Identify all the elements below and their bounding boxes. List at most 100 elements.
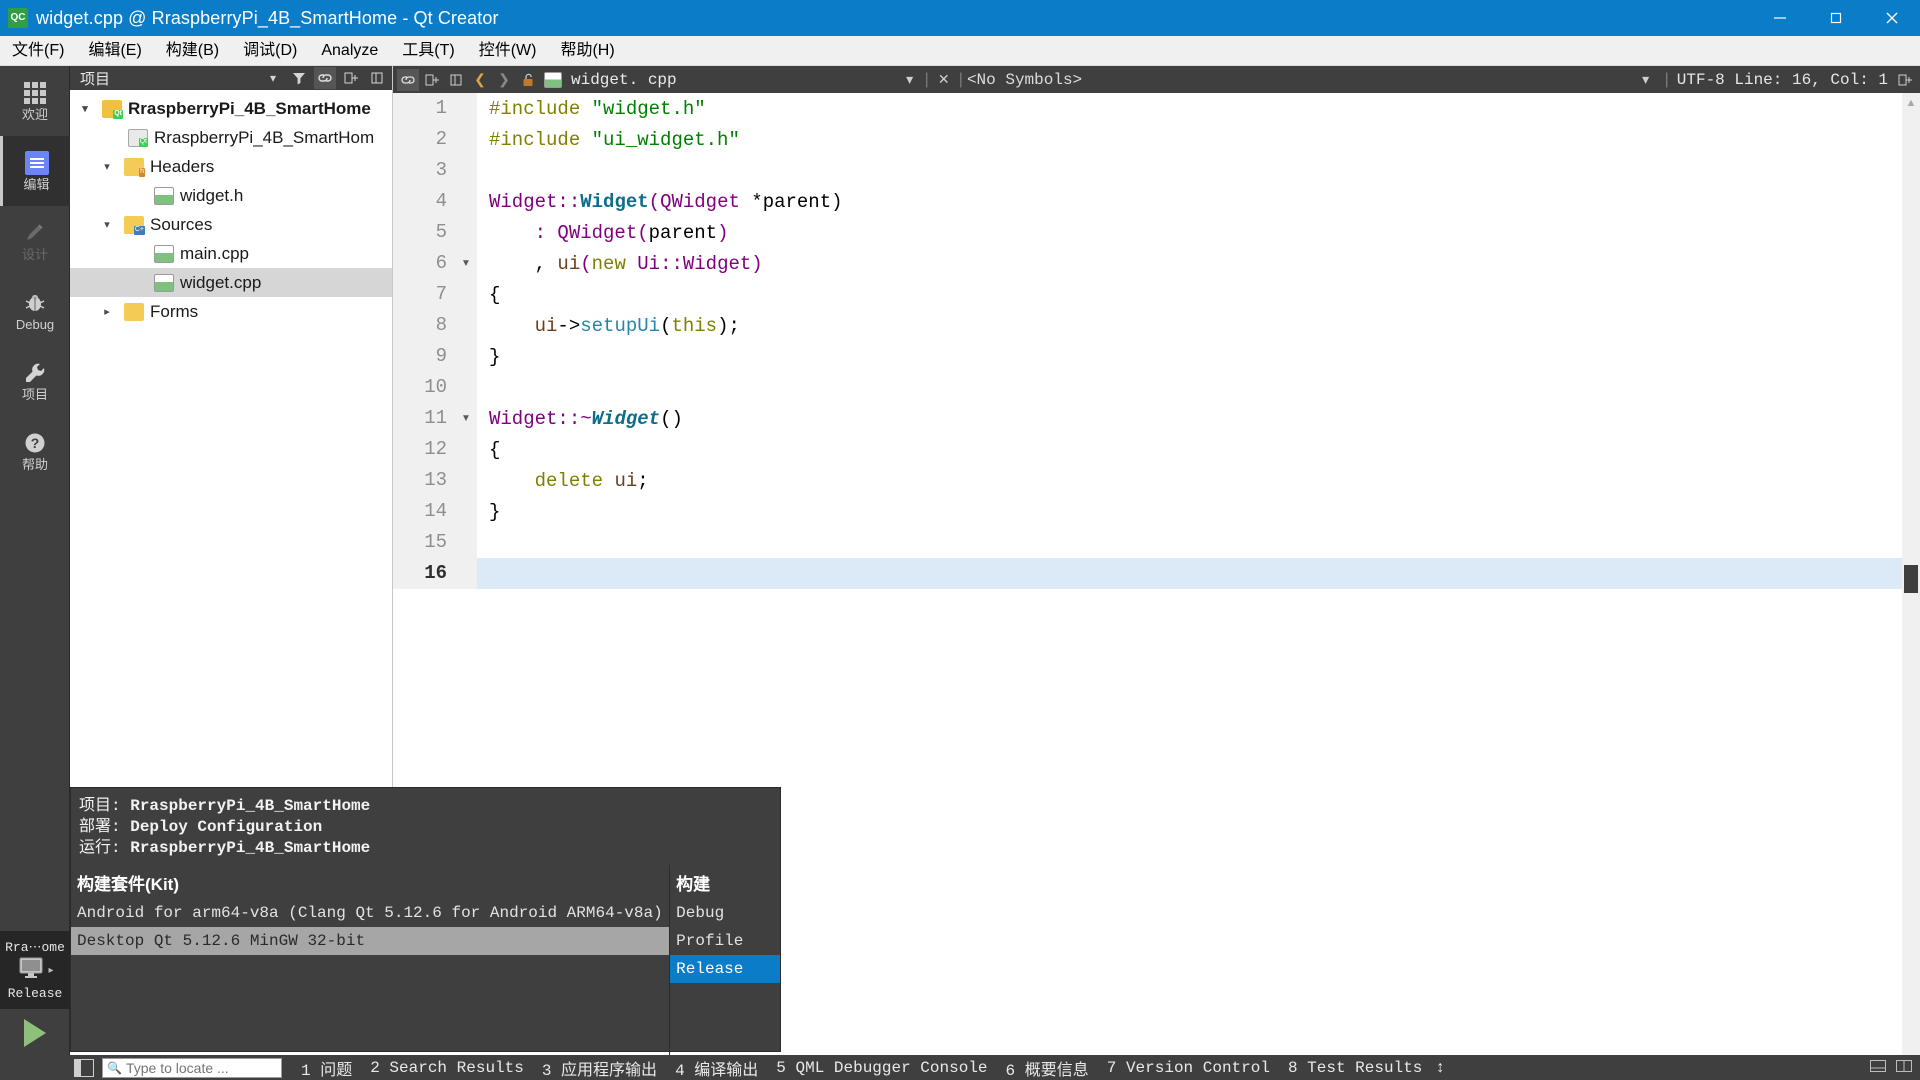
chevron-down-icon[interactable]: ▾ <box>899 69 921 91</box>
filter-icon[interactable] <box>288 67 310 89</box>
code-line[interactable]: 10 <box>393 372 1920 403</box>
tree-item-sources[interactable]: ▾ C+ Sources <box>70 210 392 239</box>
folder-cpp-icon: C+ <box>124 215 145 235</box>
split-add-icon[interactable] <box>1894 69 1916 91</box>
code-line[interactable]: 2 #include "ui_widget.h" <box>393 124 1920 155</box>
menu-tools[interactable]: 工具(T) <box>390 36 466 66</box>
qt-creator-window: QC widget.cpp @ RraspberryPi_4B_SmartHom… <box>0 0 1920 1080</box>
close-icon[interactable] <box>1864 0 1920 36</box>
status-item-issues[interactable]: 1 问题 <box>292 1056 361 1080</box>
fold-marker-icon[interactable]: ▼ <box>455 248 477 279</box>
split-add-icon[interactable] <box>340 67 362 89</box>
chevron-down-icon[interactable]: ▾ <box>1635 69 1657 91</box>
status-item-test-results[interactable]: 8 Test Results <box>1279 1059 1431 1077</box>
menu-debug[interactable]: 调试(D) <box>231 36 309 66</box>
fold-spacer <box>455 496 477 527</box>
code-line[interactable]: 12 { <box>393 434 1920 465</box>
mode-projects[interactable]: 项目 <box>0 346 70 416</box>
tree-item-pro-file[interactable]: Qt RraspberryPi_4B_SmartHom <box>70 123 392 152</box>
menu-file[interactable]: 文件(F) <box>0 36 76 66</box>
cursor-position[interactable]: UTF-8 Line: 16, Col: 1 <box>1677 71 1888 89</box>
maximize-icon[interactable] <box>1808 0 1864 36</box>
popup-kit-item-desktop[interactable]: Desktop Qt 5.12.6 MinGW 32-bit <box>71 927 670 955</box>
status-item-search-results[interactable]: 2 Search Results <box>361 1059 533 1077</box>
code-line[interactable]: 14} <box>393 496 1920 527</box>
tree-item-headers[interactable]: ▾ h Headers <box>70 152 392 181</box>
status-item-qml-debugger[interactable]: 5 QML Debugger Console <box>767 1059 996 1077</box>
line-number: 11 <box>393 403 455 434</box>
sidebar-toggle-icon[interactable] <box>74 1058 94 1077</box>
line-number: 2 <box>393 124 455 155</box>
code-line[interactable]: 5 : QWidget(parent) <box>393 217 1920 248</box>
mode-debug[interactable]: Debug <box>0 276 70 346</box>
link-icon[interactable] <box>314 67 336 89</box>
tree-item-project-root[interactable]: ▾ Qt RraspberryPi_4B_SmartHome <box>70 94 392 123</box>
unlock-icon[interactable] <box>517 69 539 91</box>
symbols-dropdown[interactable]: <No Symbols> <box>967 71 1082 89</box>
search-input[interactable] <box>125 1059 277 1076</box>
tree-item-forms[interactable]: ▸ Forms <box>70 297 392 326</box>
mode-edit[interactable]: 编辑 <box>0 136 70 206</box>
menu-help[interactable]: 帮助(H) <box>548 36 626 66</box>
minimize-icon[interactable] <box>1752 0 1808 36</box>
mode-welcome[interactable]: 欢迎 <box>0 66 70 136</box>
code-line[interactable]: 4 Widget::Widget(QWidget *parent) <box>393 186 1920 217</box>
link-icon[interactable] <box>397 68 419 91</box>
close-icon[interactable]: ✕ <box>933 69 955 91</box>
code-line[interactable]: 7{ <box>393 279 1920 310</box>
code-text: } <box>489 345 501 368</box>
code-text: #include "widget.h" <box>489 97 706 120</box>
status-item-version-control[interactable]: 7 Version Control <box>1098 1059 1279 1077</box>
code-line[interactable]: 16 <box>393 558 1920 589</box>
chevron-down-icon[interactable]: ▾ <box>262 67 284 89</box>
editor-vertical-scrollbar[interactable]: ▲ <box>1902 93 1920 1055</box>
popup-kit-item-android[interactable]: Android for arm64-v8a (Clang Qt 5.12.6 f… <box>71 899 669 927</box>
kit-selector-button[interactable]: Rra⋯ome ▸ Release <box>0 931 70 1009</box>
scroll-thumb[interactable] <box>1904 565 1918 593</box>
code-line[interactable]: 9} <box>393 341 1920 372</box>
output-pane-icon[interactable] <box>1870 1060 1886 1075</box>
chevron-up-icon[interactable]: ▲ <box>1902 93 1920 113</box>
fold-marker-icon[interactable]: ▼ <box>455 403 477 434</box>
mode-selector-bar: 欢迎 编辑 设计 Debug 项目 ? 帮助 Rra⋯ome ▸ Release <box>0 66 70 1080</box>
chevron-down-icon[interactable]: ▾ <box>74 102 96 115</box>
split-add-icon[interactable] <box>421 69 443 91</box>
code-line[interactable]: 3 <box>393 155 1920 186</box>
maximize-pane-icon[interactable] <box>1896 1060 1912 1075</box>
mode-design[interactable]: 设计 <box>0 206 70 276</box>
code-line[interactable]: 6 ▼ , ui(new Ui::Widget) <box>393 248 1920 279</box>
mode-help[interactable]: ? 帮助 <box>0 416 70 486</box>
code-line[interactable]: 11 ▼ Widget::~Widget() <box>393 403 1920 434</box>
chevron-down-icon[interactable]: ▾ <box>96 160 118 173</box>
code-line[interactable]: 8 ui->setupUi(this); <box>393 310 1920 341</box>
locator-search-box[interactable]: 🔍 <box>102 1057 282 1078</box>
code-line[interactable]: 13 delete ui; <box>393 465 1920 496</box>
chevron-right-icon[interactable]: ▸ <box>96 305 118 318</box>
popup-build-item-release[interactable]: Release <box>670 955 780 983</box>
line-number: 9 <box>393 341 455 372</box>
tree-item-widget-cpp[interactable]: widget.cpp <box>70 268 392 297</box>
status-item-overview[interactable]: 6 概要信息 <box>997 1056 1098 1080</box>
code-line[interactable]: 1 #include "widget.h" <box>393 93 1920 124</box>
chevron-down-icon[interactable]: ▾ <box>96 218 118 231</box>
code-line[interactable]: 15 <box>393 527 1920 558</box>
menu-build[interactable]: 构建(B) <box>154 36 231 66</box>
close-split-icon[interactable] <box>445 69 467 91</box>
close-panel-icon[interactable] <box>366 67 388 89</box>
run-button[interactable] <box>0 1009 70 1057</box>
status-item-compile-output[interactable]: 4 编译输出 <box>666 1056 767 1080</box>
menu-analyze[interactable]: Analyze <box>309 36 390 66</box>
code-text: : QWidget(parent) <box>489 221 729 244</box>
popup-build-item-debug[interactable]: Debug <box>670 899 780 927</box>
menu-edit[interactable]: 编辑(E) <box>76 36 153 66</box>
tree-item-main-cpp[interactable]: main.cpp <box>70 239 392 268</box>
editor-filename[interactable]: widget. cpp <box>571 71 677 89</box>
project-tree: ▾ Qt RraspberryPi_4B_SmartHome Qt Rraspb… <box>70 90 392 326</box>
forward-arrow-icon[interactable]: ❯ <box>493 69 515 91</box>
tree-item-widget-h[interactable]: widget.h <box>70 181 392 210</box>
status-item-app-output[interactable]: 3 应用程序输出 <box>533 1056 666 1080</box>
updown-arrow-icon[interactable]: ↕ <box>1431 1059 1454 1077</box>
menu-widgets[interactable]: 控件(W) <box>467 36 549 66</box>
popup-build-item-profile[interactable]: Profile <box>670 927 780 955</box>
back-arrow-icon[interactable]: ❮ <box>469 69 491 91</box>
